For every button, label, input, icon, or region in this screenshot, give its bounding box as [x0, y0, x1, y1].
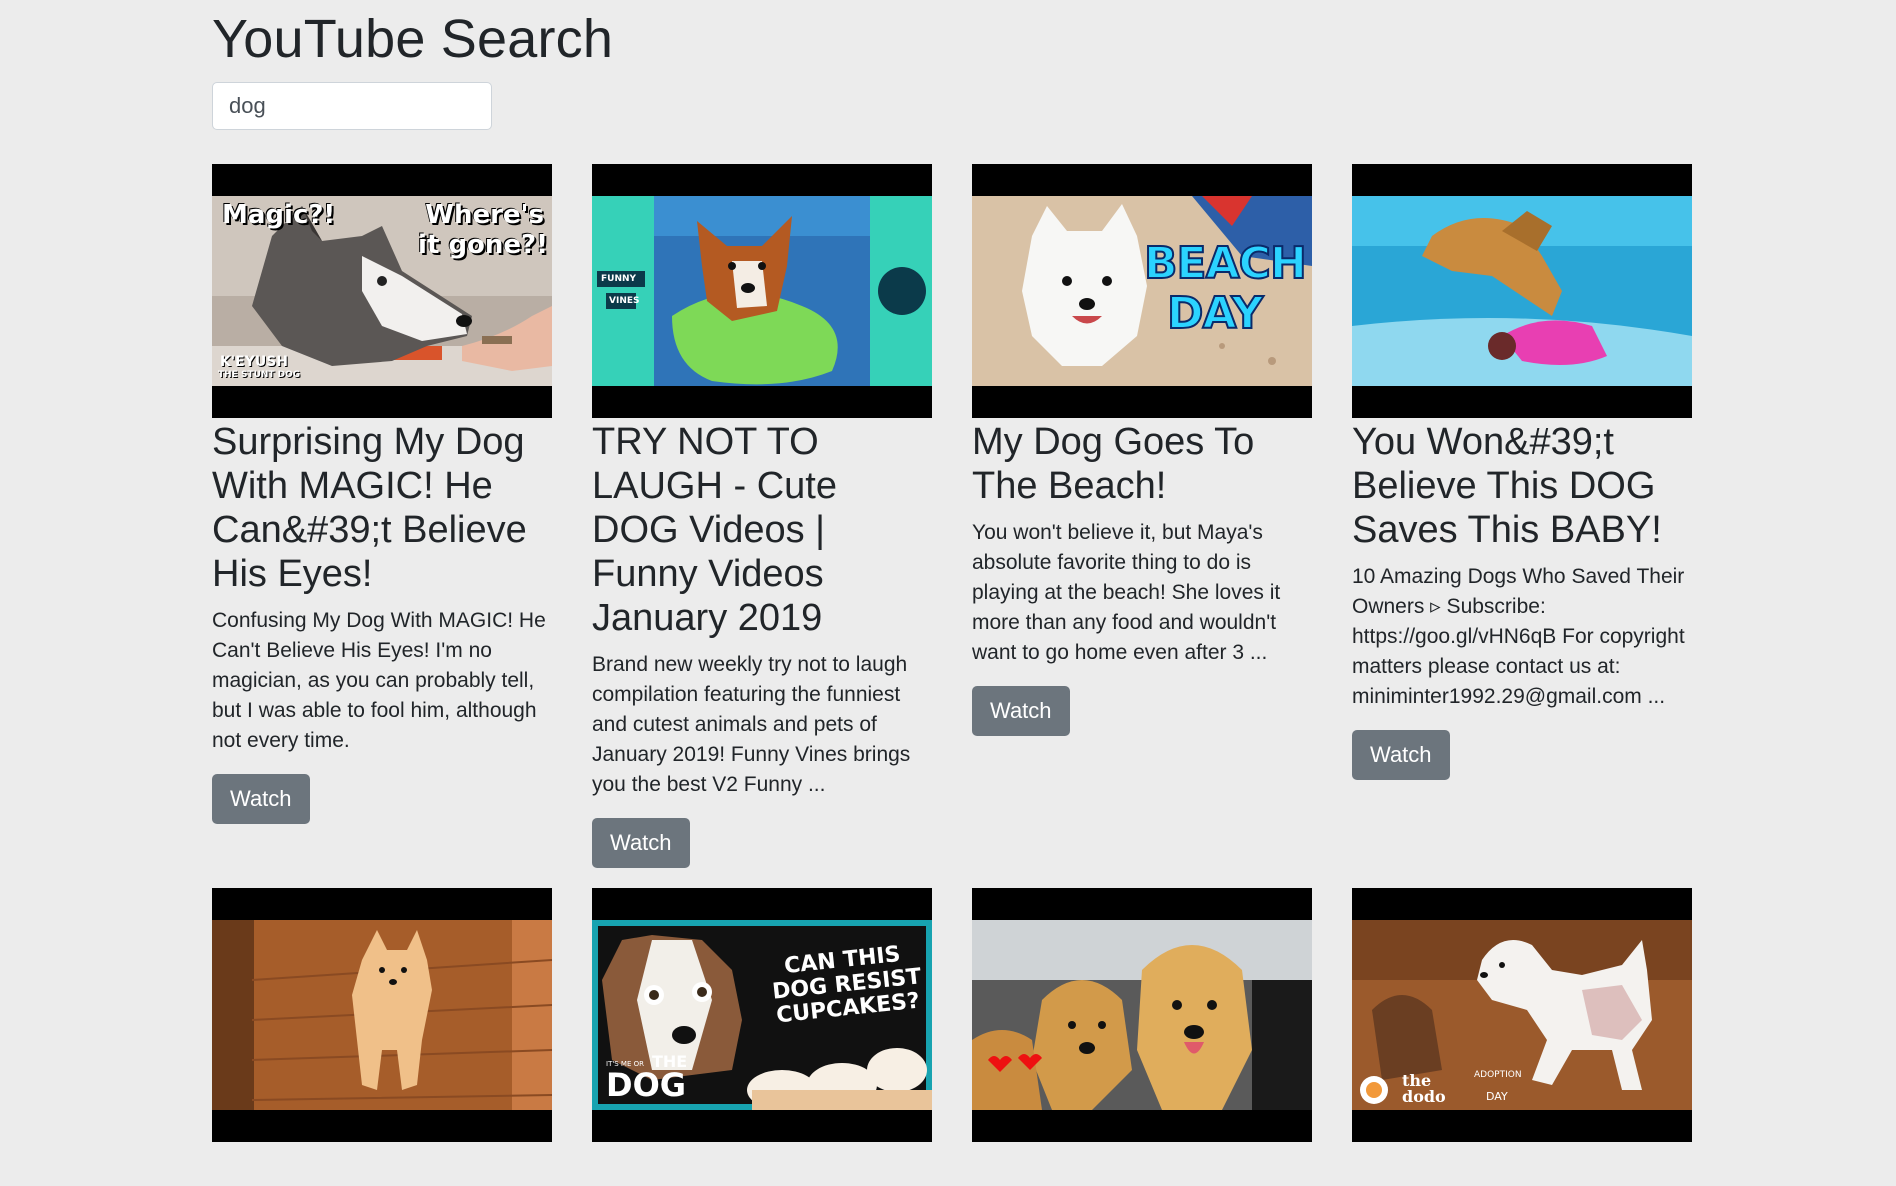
search-input[interactable]: [212, 82, 492, 130]
thumbnail-caption-left: Magic?!: [222, 200, 336, 230]
pomeranian-thumbnail-art: [212, 920, 552, 1110]
channel-logo-subtext: THE STUNT DOG: [218, 370, 301, 380]
video-card: FUNNY VINES TRY NOT TO LAUGH - Cute DOG …: [592, 164, 932, 868]
funny-vines-logo-1: FUNNY: [601, 274, 637, 284]
watch-button[interactable]: Watch: [212, 774, 310, 824]
golden-retriever-thumbnail-art: [972, 920, 1312, 1110]
thumbnail-image: [1352, 196, 1692, 386]
video-description: Confusing My Dog With MAGIC! He Can't Be…: [212, 609, 546, 752]
thumbnail-image: [212, 920, 552, 1110]
channel-logo-text: K'EYUSH: [220, 354, 289, 370]
dodo-logo-dodo: dodo: [1402, 1087, 1446, 1106]
video-description: Brand new weekly try not to laugh compil…: [592, 653, 911, 796]
adoption-badge-bottom: DAY: [1486, 1090, 1508, 1103]
video-card: the dodo ADOPTION DAY: [1352, 888, 1692, 1142]
funny-vines-logo-2: VINES: [609, 296, 640, 306]
video-thumbnail[interactable]: Magic?! Where's it gone?! K'EYUSH THE ST…: [212, 164, 552, 418]
video-card: [972, 888, 1312, 1142]
thumbnail-image: the dodo ADOPTION DAY: [1352, 920, 1692, 1110]
video-thumbnail[interactable]: the dodo ADOPTION DAY: [1352, 888, 1692, 1142]
video-card: BEACH DAY My Dog Goes To The Beach! You …: [972, 164, 1312, 868]
video-thumbnail[interactable]: BEACH DAY: [972, 164, 1312, 418]
page-title: YouTube Search: [212, 9, 614, 69]
page: YouTube Search dog Magic?! Where's it go…: [0, 0, 1896, 1186]
video-card: [212, 888, 552, 1142]
video-thumbnail[interactable]: CAN THIS DOG RESIST CUPCAKES? IT'S ME OR…: [592, 888, 932, 1142]
video-thumbnail[interactable]: [972, 888, 1312, 1142]
video-card: You Won&#39;t Believe This DOG Saves Thi…: [1352, 164, 1692, 868]
thumbnail-caption-right-1: Where's: [425, 200, 544, 230]
watch-button[interactable]: Watch: [972, 686, 1070, 736]
thumbnail-image: FUNNY VINES: [592, 196, 932, 386]
watch-button[interactable]: Watch: [1352, 730, 1450, 780]
video-description: You won't believe it, but Maya's absolut…: [972, 521, 1281, 664]
beach-caption-2: DAY: [1166, 287, 1264, 340]
thumbnail-image: Magic?! Where's it gone?! K'EYUSH THE ST…: [212, 196, 552, 386]
video-description: 10 Amazing Dogs Who Saved Their Owners ▹…: [1352, 565, 1685, 708]
video-title: My Dog Goes To The Beach!: [972, 421, 1255, 507]
adoption-badge-top: ADOPTION: [1474, 1070, 1522, 1080]
video-thumbnail[interactable]: [1352, 164, 1692, 418]
watch-button[interactable]: Watch: [592, 818, 690, 868]
video-thumbnail[interactable]: FUNNY VINES: [592, 164, 932, 418]
video-title: You Won&#39;t Believe This DOG Saves Thi…: [1352, 421, 1662, 551]
video-title: Surprising My Dog With MAGIC! He Can&#39…: [212, 421, 527, 595]
thumbnail-image: CAN THIS DOG RESIST CUPCAKES? IT'S ME OR…: [592, 920, 932, 1110]
video-title: TRY NOT TO LAUGH - Cute DOG Videos | Fun…: [592, 421, 837, 639]
thumbnail-caption-right-2: it gone?!: [418, 230, 548, 260]
video-thumbnail[interactable]: [212, 888, 552, 1142]
show-logo-dog: DOG: [606, 1066, 687, 1104]
pool-thumbnail-art: [1352, 196, 1692, 386]
thumbnail-image: [972, 920, 1312, 1110]
video-card: CAN THIS DOG RESIST CUPCAKES? IT'S ME OR…: [592, 888, 932, 1142]
beach-caption-1: BEACH: [1143, 237, 1308, 290]
video-card: Magic?! Where's it gone?! K'EYUSH THE ST…: [212, 164, 552, 868]
corgi-thumbnail-art: [592, 196, 932, 386]
video-grid: Magic?! Where's it gone?! K'EYUSH THE ST…: [212, 164, 1692, 1142]
thumbnail-image: BEACH DAY: [972, 196, 1312, 386]
